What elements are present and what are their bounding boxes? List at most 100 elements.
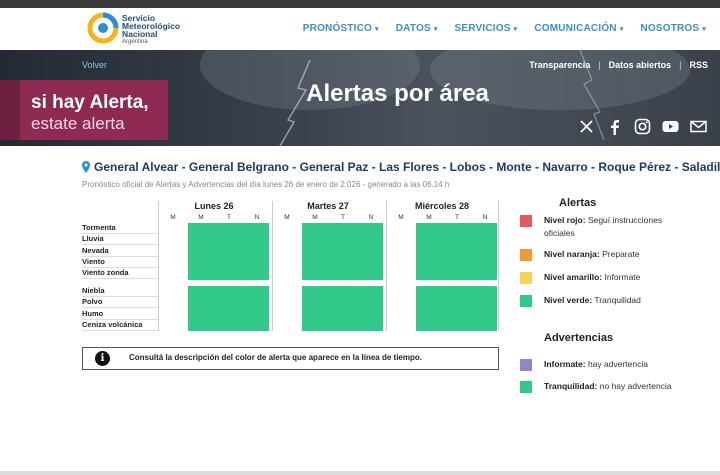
day-divider xyxy=(498,201,499,331)
separator: | xyxy=(679,60,682,70)
time-slot-label: M xyxy=(170,214,176,221)
phenomenon-label: Viento xyxy=(82,256,105,266)
nav-servicios[interactable]: SERVICIOS ▾ xyxy=(455,23,518,34)
time-slot-label: T xyxy=(341,214,345,221)
separator: | xyxy=(598,60,601,70)
legend-level-name: Nivel rojo: xyxy=(544,215,586,225)
top-links: Transparencia | Datos abiertos | RSS xyxy=(529,60,708,70)
legend-swatch xyxy=(520,359,532,371)
day-header: Martes 27 xyxy=(307,201,349,211)
time-slot-label: N xyxy=(254,214,260,221)
time-slot-label: T xyxy=(455,214,459,221)
time-slot-label: M xyxy=(198,214,204,221)
time-slot-label: N xyxy=(368,214,374,221)
location-pin-icon xyxy=(82,161,90,173)
logo-line4: Argentina xyxy=(122,39,148,45)
info-box: i Consultá la descripción del color de a… xyxy=(82,347,499,370)
legend-level-name: Nivel amarillo: xyxy=(544,272,603,282)
link-datos-abiertos[interactable]: Datos abiertos xyxy=(609,60,672,70)
area-list: General Alvear - General Belgrano - Gene… xyxy=(94,160,720,174)
legend-item: Nivel amarillo: Informate xyxy=(544,271,674,284)
alert-level-block[interactable] xyxy=(188,223,269,280)
info-icon: i xyxy=(95,351,110,366)
legend-swatch xyxy=(520,295,532,307)
main-nav: PRONÓSTICO ▾ DATOS ▾ SERVICIOS ▾ COMUNICACI… xyxy=(303,23,706,34)
nav-nosotros[interactable]: NOSOTROS ▾ xyxy=(640,23,706,34)
bottom-scroll-edge xyxy=(0,471,720,475)
time-slot-label: M xyxy=(398,214,404,221)
alert-level-block[interactable] xyxy=(188,286,269,332)
day-divider xyxy=(386,201,387,331)
logo-line3: Nacional xyxy=(122,29,158,39)
alert-level-block[interactable] xyxy=(416,223,497,280)
x-twitter-icon[interactable] xyxy=(578,118,595,135)
nav-label: COMUNICACIÓN xyxy=(534,23,617,34)
info-text: Consultá la descripción del color de ale… xyxy=(129,353,422,362)
time-slot-label: M xyxy=(312,214,318,221)
phenomenon-label: Viento zonda xyxy=(82,268,129,278)
nav-comunicacion[interactable]: COMUNICACIÓN ▾ xyxy=(534,23,623,34)
legend-item: Tranquilidad: no hay advertencia xyxy=(544,380,674,393)
legend-item: Nivel verde: Tranquilidad xyxy=(544,294,674,307)
legend-level-desc: hay advertencia xyxy=(587,359,648,369)
day-divider xyxy=(272,201,273,331)
row-divider xyxy=(82,329,158,331)
legend-level-desc: Informate xyxy=(604,272,641,282)
day-header: Lunes 26 xyxy=(194,201,234,211)
link-rss[interactable]: RSS xyxy=(689,60,708,70)
nav-label: DATOS xyxy=(395,23,431,34)
nav-datos[interactable]: DATOS ▾ xyxy=(396,23,438,34)
legend-level-name: Tranquilidad: xyxy=(544,381,598,391)
social-links xyxy=(578,118,707,135)
nav-label: PRONÓSTICO xyxy=(302,23,373,34)
youtube-icon[interactable] xyxy=(662,118,679,135)
smn-logo-icon xyxy=(87,12,119,44)
time-slot-label: M xyxy=(284,214,290,221)
banner-line2: estate alerta xyxy=(31,114,125,133)
facebook-icon[interactable] xyxy=(606,118,623,135)
browser-top-strip xyxy=(0,0,720,8)
legend-item: Nivel rojo: Seguí instrucciones oficiale… xyxy=(544,214,674,240)
legend-warnings-title: Advertencias xyxy=(544,332,614,344)
legend-swatch xyxy=(520,215,532,227)
nav-label: SERVICIOS xyxy=(454,23,511,34)
alert-level-block[interactable] xyxy=(302,286,383,332)
legend-swatch xyxy=(520,272,532,284)
chevron-down-icon: ▾ xyxy=(702,26,706,33)
page-title: Alertas por área xyxy=(306,80,489,107)
mail-icon[interactable] xyxy=(690,118,707,135)
time-slot-label: N xyxy=(482,214,488,221)
chevron-down-icon: ▾ xyxy=(513,26,518,33)
legend-level-name: Nivel naranja: xyxy=(544,249,600,259)
legend-level-desc: Preparate xyxy=(602,249,640,259)
legend-alerts-title: Alertas xyxy=(559,197,597,209)
legend-item: Informate: hay advertencia xyxy=(544,358,674,371)
instagram-icon[interactable] xyxy=(634,118,651,135)
legend-level-desc: Tranquilidad xyxy=(594,295,641,305)
phenomenon-label: Tormenta xyxy=(82,223,116,232)
back-link[interactable]: Volver xyxy=(82,60,107,70)
legend-swatch xyxy=(520,249,532,261)
phenomenon-label: Humo xyxy=(82,308,104,318)
time-slot-label: T xyxy=(227,214,231,221)
site-header: Servicio Meteorológico Nacional Argentin… xyxy=(0,8,720,50)
chevron-down-icon: ▾ xyxy=(375,26,379,33)
alert-level-block[interactable] xyxy=(302,223,383,280)
link-transparencia[interactable]: Transparencia xyxy=(529,60,590,70)
alert-level-block[interactable] xyxy=(416,286,497,332)
smn-logo[interactable]: Servicio Meteorológico Nacional Argentin… xyxy=(87,12,187,45)
nav-pronostico[interactable]: PRONÓSTICO ▾ xyxy=(303,23,379,34)
chevron-down-icon: ▾ xyxy=(619,26,624,33)
legend-level-name: Nivel verde: xyxy=(544,295,593,305)
time-slot-label: M xyxy=(426,214,432,221)
phenomenon-label: Ceniza volcánica xyxy=(82,319,143,329)
row-divider xyxy=(82,278,158,280)
legend-level-desc: no hay advertencia xyxy=(599,381,672,391)
day-header: Miércoles 28 xyxy=(414,201,470,211)
chevron-down-icon: ▾ xyxy=(433,26,438,33)
legend-item: Nivel naranja: Preparate xyxy=(544,248,674,261)
phenomenon-label: Niebla xyxy=(82,286,105,295)
nav-label: NOSOTROS xyxy=(640,23,700,34)
hero-banner: si hay Alerta, estate alerta Volver Tran… xyxy=(0,50,720,146)
forecast-subtitle: Pronóstico oficial de Alertas y Adverten… xyxy=(82,180,450,189)
